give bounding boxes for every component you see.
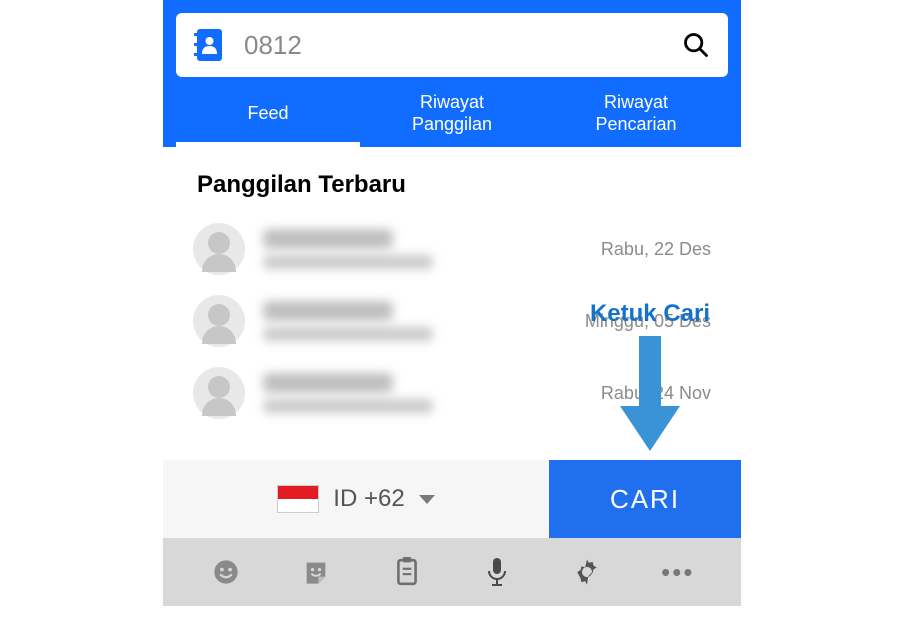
chevron-down-icon	[419, 495, 435, 504]
list-item[interactable]: Rabu, 22 Des	[187, 213, 717, 285]
list-item[interactable]: Rabu, 24 Nov	[187, 357, 717, 429]
keyboard-toolbar: •••	[163, 538, 741, 606]
avatar	[193, 223, 245, 275]
search-button[interactable]: CARI	[549, 460, 741, 538]
clipboard-icon[interactable]	[385, 550, 429, 594]
flag-id-icon	[277, 485, 319, 513]
sticker-icon[interactable]	[294, 550, 338, 594]
call-date: Rabu, 24 Nov	[601, 383, 711, 404]
call-date: Rabu, 22 Des	[601, 239, 711, 260]
tab-riwayat-pencarian[interactable]: Riwayat Pencarian	[544, 81, 728, 147]
list-item[interactable]: Minggu, 05 Des	[187, 285, 717, 357]
country-selector[interactable]: ID +62	[163, 460, 549, 538]
app-frame: 0812 Feed Riwayat Panggilan Riwayat Penc…	[163, 0, 741, 617]
country-search-bar: ID +62 CARI	[163, 460, 741, 538]
search-input[interactable]: 0812	[244, 30, 660, 61]
search-button-label: CARI	[610, 484, 680, 515]
tab-bar: Feed Riwayat Panggilan Riwayat Pencarian	[176, 81, 728, 147]
contacts-icon	[194, 29, 222, 61]
avatar	[193, 367, 245, 419]
tab-riwayat-panggilan[interactable]: Riwayat Panggilan	[360, 81, 544, 147]
tab-riwayat-pencarian-label: Riwayat Pencarian	[595, 92, 676, 135]
search-icon[interactable]	[682, 31, 710, 59]
avatar	[193, 295, 245, 347]
header: 0812 Feed Riwayat Panggilan Riwayat Penc…	[163, 0, 741, 147]
blurred-contact	[263, 229, 583, 269]
more-icon[interactable]: •••	[656, 550, 700, 594]
search-bar[interactable]: 0812	[176, 13, 728, 77]
country-label: ID +62	[333, 485, 404, 513]
tab-riwayat-panggilan-label: Riwayat Panggilan	[412, 92, 492, 135]
blurred-contact	[263, 301, 567, 341]
emoji-icon[interactable]	[204, 550, 248, 594]
tab-feed[interactable]: Feed	[176, 81, 360, 147]
recent-calls-list: Rabu, 22 Des Minggu, 05 Des Rabu, 24 Nov	[163, 213, 741, 429]
call-date: Minggu, 05 Des	[585, 311, 711, 332]
mic-icon[interactable]	[475, 550, 519, 594]
gear-icon[interactable]	[565, 550, 609, 594]
blurred-contact	[263, 373, 583, 413]
section-title: Panggilan Terbaru	[163, 147, 741, 213]
tab-feed-label: Feed	[247, 103, 288, 125]
